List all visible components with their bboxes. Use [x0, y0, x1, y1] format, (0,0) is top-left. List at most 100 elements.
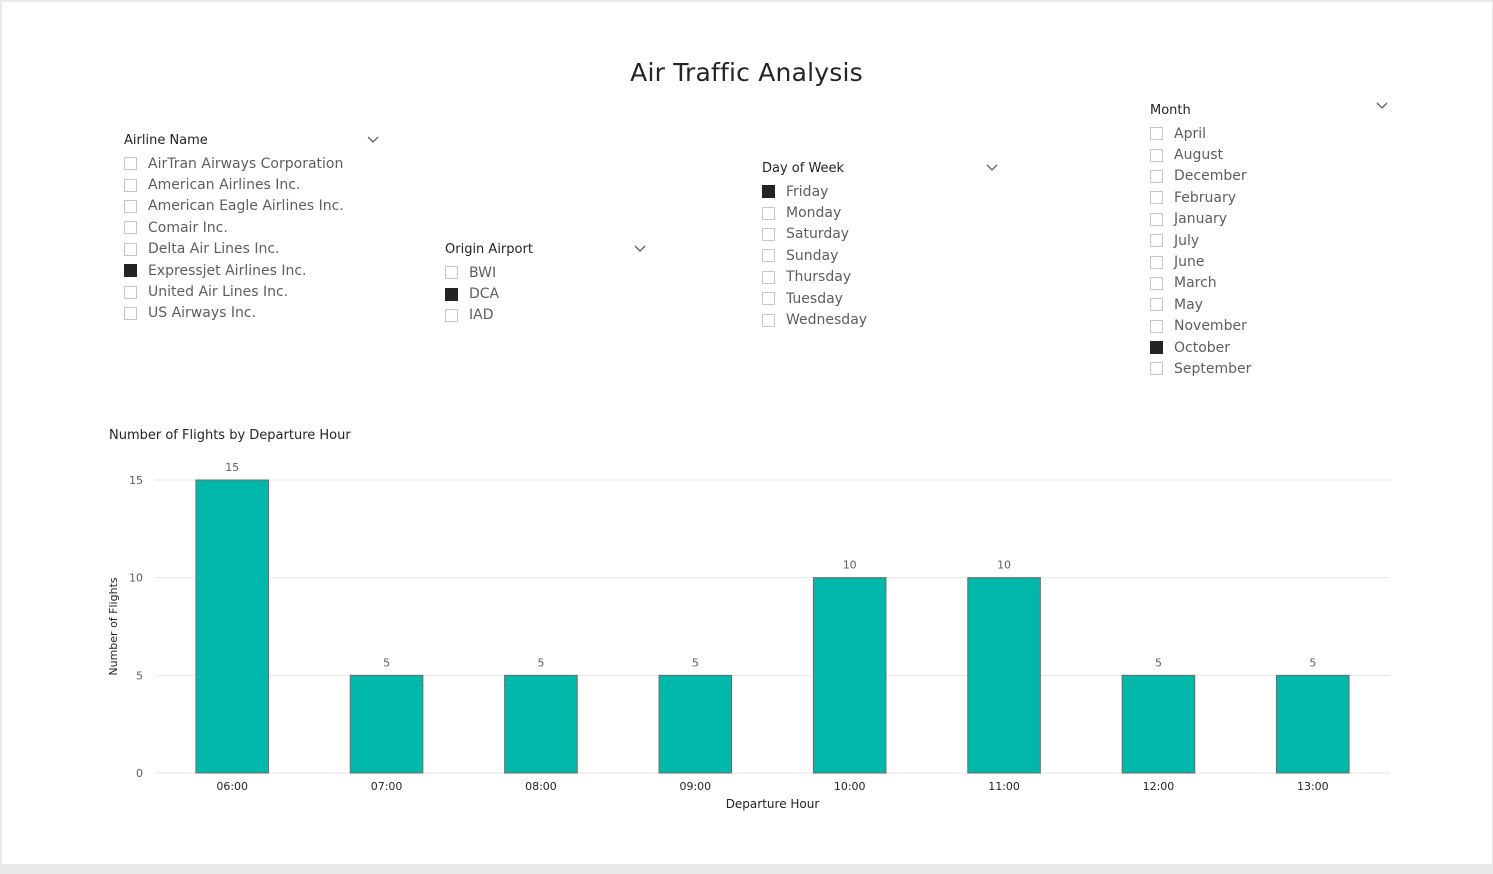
chevron-down-icon[interactable]: [633, 242, 647, 256]
slicer-item-label: Comair Inc.: [148, 219, 228, 236]
slicer-item-label: Monday: [786, 205, 842, 222]
checkbox-checked[interactable]: [124, 264, 137, 278]
slicer-item[interactable]: March: [1150, 273, 1394, 294]
slicer-item[interactable]: Comair Inc.: [124, 217, 380, 238]
checkbox[interactable]: [762, 249, 775, 263]
x-tick-label: 12:00: [1143, 780, 1175, 793]
checkbox[interactable]: [1150, 362, 1163, 376]
slicer-item-label: Friday: [786, 183, 829, 200]
slicer-item[interactable]: American Eagle Airlines Inc.: [124, 196, 380, 217]
chevron-down-icon[interactable]: [366, 133, 380, 147]
checkbox-checked[interactable]: [762, 185, 775, 199]
checkbox[interactable]: [124, 199, 137, 213]
month-slicer: Month April August December February January…: [1150, 102, 1394, 380]
slicer-item[interactable]: September: [1150, 358, 1394, 379]
slicer-item[interactable]: Saturday: [762, 224, 1002, 245]
slicer-item[interactable]: April: [1150, 123, 1394, 144]
slicer-list-airline: AirTran Airways Corporation American Airl…: [124, 153, 380, 324]
bar: [1121, 674, 1196, 774]
slicer-item[interactable]: Wednesday: [762, 309, 1002, 330]
slicer-item-label: March: [1174, 275, 1217, 292]
bar-chart: 0 5 10 15 15 06:00 5 07:00 5 08:00 5 09:00 10 10:00 10…: [107, 461, 1390, 811]
slicer-item[interactable]: IAD: [445, 305, 651, 326]
slicer-item[interactable]: Expressjet Airlines Inc.: [124, 260, 380, 281]
slicer-item-label: DCA: [469, 286, 500, 303]
slicer-item-label: Tuesday: [786, 290, 843, 307]
slicer-item[interactable]: January: [1150, 209, 1394, 230]
slicer-item-label: November: [1174, 318, 1247, 335]
checkbox[interactable]: [762, 206, 775, 220]
checkbox[interactable]: [1150, 148, 1163, 162]
slicer-title-origin: Origin Airport: [445, 242, 533, 257]
slicer-item-label: IAD: [469, 307, 494, 324]
checkbox[interactable]: [1150, 255, 1163, 269]
checkbox[interactable]: [445, 266, 458, 280]
slicer-item[interactable]: Monday: [762, 202, 1002, 223]
slicer-item-label: May: [1174, 296, 1203, 313]
slicer-title-airline: Airline Name: [124, 133, 208, 148]
data-label: 5: [537, 656, 544, 669]
chevron-down-icon[interactable]: [1375, 99, 1389, 113]
checkbox[interactable]: [124, 285, 137, 299]
slicer-item[interactable]: AirTran Airways Corporation: [124, 153, 380, 174]
bar: [812, 577, 887, 774]
checkbox[interactable]: [1150, 127, 1163, 141]
slicer-item[interactable]: May: [1150, 294, 1394, 315]
checkbox[interactable]: [762, 292, 775, 306]
checkbox[interactable]: [762, 227, 775, 241]
checkbox[interactable]: [1150, 276, 1163, 290]
x-tick-label: 09:00: [679, 780, 711, 793]
data-label: 10: [843, 559, 857, 572]
checkbox-checked[interactable]: [1150, 341, 1163, 355]
checkbox[interactable]: [124, 242, 137, 256]
slicer-item[interactable]: United Air Lines Inc.: [124, 281, 380, 302]
y-tick-label: 0: [136, 767, 143, 780]
slicer-item[interactable]: DCA: [445, 283, 651, 304]
checkbox[interactable]: [124, 178, 137, 192]
checkbox[interactable]: [1150, 234, 1163, 248]
slicer-header: Day of Week: [762, 161, 1002, 181]
checkbox[interactable]: [1150, 298, 1163, 312]
checkbox[interactable]: [1150, 191, 1163, 205]
checkbox[interactable]: [1150, 212, 1163, 226]
slicer-item-label: December: [1174, 168, 1247, 185]
slicer-item-label: September: [1174, 360, 1252, 377]
data-label: 10: [997, 559, 1011, 572]
chevron-down-icon[interactable]: [985, 161, 999, 175]
checkbox[interactable]: [762, 270, 775, 284]
slicer-item-label: Thursday: [786, 269, 852, 286]
slicer-item-label: August: [1174, 147, 1223, 164]
page-title: Air Traffic Analysis: [630, 58, 863, 87]
x-axis-title: Departure Hour: [726, 797, 820, 811]
slicer-item[interactable]: February: [1150, 187, 1394, 208]
slicer-item[interactable]: November: [1150, 316, 1394, 337]
slicer-item[interactable]: US Airways Inc.: [124, 303, 380, 324]
slicer-item[interactable]: July: [1150, 230, 1394, 251]
checkbox[interactable]: [124, 221, 137, 235]
slicer-item[interactable]: Friday: [762, 181, 1002, 202]
slicer-item[interactable]: Thursday: [762, 267, 1002, 288]
slicer-item[interactable]: Sunday: [762, 245, 1002, 266]
slicer-item[interactable]: October: [1150, 337, 1394, 358]
slicer-item[interactable]: Delta Air Lines Inc.: [124, 239, 380, 260]
bar: [658, 674, 733, 774]
slicer-item-label: Expressjet Airlines Inc.: [148, 262, 307, 279]
slicer-list-origin: BWI DCA IAD: [445, 262, 651, 326]
checkbox[interactable]: [1150, 319, 1163, 333]
slicer-item[interactable]: American Airlines Inc.: [124, 174, 380, 195]
data-label: 5: [692, 656, 699, 669]
checkbox[interactable]: [124, 157, 137, 171]
checkbox[interactable]: [762, 313, 775, 327]
x-tick-label: 11:00: [988, 780, 1020, 793]
slicer-item[interactable]: August: [1150, 144, 1394, 165]
slicer-item[interactable]: Tuesday: [762, 288, 1002, 309]
slicer-item[interactable]: BWI: [445, 262, 651, 283]
checkbox[interactable]: [1150, 169, 1163, 183]
x-tick-label: 10:00: [834, 780, 866, 793]
checkbox[interactable]: [124, 306, 137, 320]
checkbox[interactable]: [445, 308, 458, 322]
slicer-item-label: United Air Lines Inc.: [148, 284, 289, 301]
slicer-item[interactable]: December: [1150, 166, 1394, 187]
checkbox-checked[interactable]: [445, 287, 458, 301]
slicer-item[interactable]: June: [1150, 251, 1394, 272]
